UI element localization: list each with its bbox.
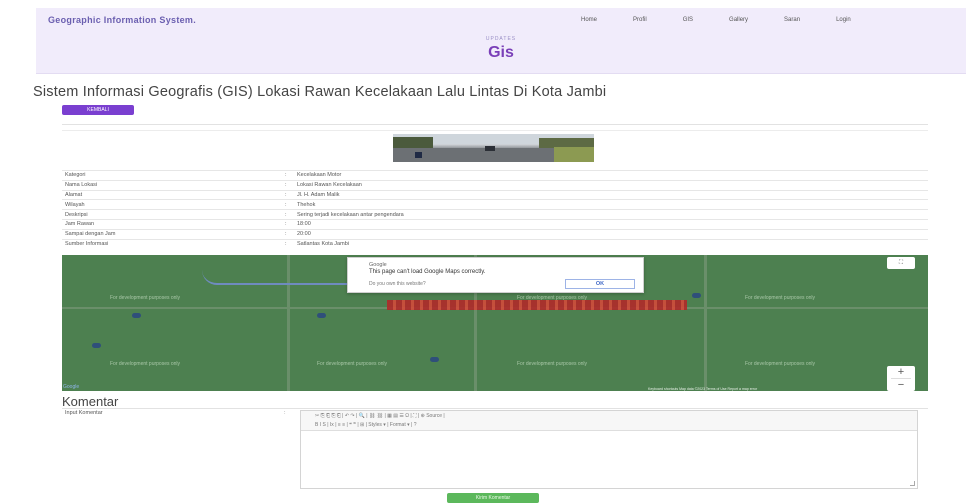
divider [62, 130, 928, 131]
photo-motorbike [415, 152, 422, 158]
toolbar-row[interactable]: B I S | Ix | ≡ ≡ | ❝ ❞ | ⊞ | Styles ▾ | … [315, 421, 903, 430]
map-marker-icon [430, 357, 439, 362]
dialog-message: This page can't load Google Maps correct… [369, 269, 486, 275]
map-watermark: For development purposes only [517, 361, 588, 367]
detail-sep: : [285, 182, 287, 189]
toolbar-row[interactable]: ✂ ⎘ ⎗ ⎘ ⎗ | ↶ ↷ | 🔍 | ⛓ ⛓ | ▦ ▤ ☰ Ω | ⛶ … [315, 412, 903, 421]
table-row: Sumber Informasi: Satlantas Kota Jambi [62, 239, 928, 249]
detail-value: Kecelakaan Motor [297, 172, 342, 179]
detail-sep: : [285, 231, 287, 238]
detail-label: Nama Lokasi [65, 182, 98, 189]
photo-grass [554, 147, 594, 162]
table-row: Jam Rawan: 18:00 [62, 219, 928, 229]
map-watermark: For development purposes only [517, 295, 588, 301]
zoom-control: + − [887, 366, 915, 391]
map-footer[interactable]: Keyboard shortcuts Map data ©2023 Terms … [648, 387, 757, 391]
detail-sep: : [285, 201, 287, 208]
detail-sep: : [285, 191, 287, 198]
detail-label: Sampai dengan Jam [65, 231, 116, 238]
detail-sep: : [285, 241, 287, 248]
comment-editor[interactable]: ✂ ⎘ ⎗ ⎘ ⎗ | ↶ ↷ | 🔍 | ⛓ ⛓ | ▦ ▤ ☰ Ω | ⛶ … [300, 410, 918, 489]
detail-sep: : [285, 221, 287, 228]
detail-value: Jl. H. Adam Malik [297, 191, 340, 198]
comment-label: Input Komentar [65, 410, 103, 416]
divider [62, 124, 928, 125]
detail-value: Lokasi Rawan Kecelakaan [297, 182, 362, 189]
nav-saran[interactable]: Saran [784, 17, 800, 23]
nav-profil[interactable]: Profil [633, 17, 647, 23]
map-watermark: For development purposes only [745, 361, 816, 367]
nav-gallery[interactable]: Gallery [729, 17, 748, 23]
table-row: Deskripsi: Sering terjadi kecelakaan anta… [62, 209, 928, 220]
zoom-out-icon[interactable]: − [887, 379, 915, 391]
nav-gis[interactable]: GIS [683, 17, 693, 23]
editor-toolbar[interactable]: ✂ ⎘ ⎗ ⎘ ⎗ | ↶ ↷ | 🔍 | ⛓ ⛓ | ▦ ▤ ☰ Ω | ⛶ … [301, 411, 917, 431]
nav-home[interactable]: Home [581, 17, 597, 23]
detail-table: Kategori: Kecelakaan Motor Nama Lokasi: Lo… [62, 170, 928, 249]
table-row: Kategori: Kecelakaan Motor [62, 170, 928, 181]
dialog-question[interactable]: Do you own this website? [369, 281, 426, 287]
table-row: Alamat: Jl. H. Adam Malik [62, 190, 928, 200]
map-watermark: For development purposes only [110, 361, 181, 367]
detail-sep: : [285, 172, 287, 179]
maps-error-dialog: Google This page can't load Google Maps … [347, 257, 644, 293]
breadcrumb: UPDATES [485, 36, 517, 42]
map-watermark: For development purposes only [317, 361, 388, 367]
divider [62, 408, 928, 409]
detail-label: Kategori [65, 172, 86, 179]
detail-label: Deskripsi [65, 211, 88, 218]
map-watermark: For development purposes only [110, 295, 181, 301]
detail-value: Satlantas Kota Jambi [297, 241, 349, 248]
detail-value: 20:00 [297, 231, 311, 238]
fullscreen-icon[interactable]: ⛶ [887, 257, 915, 269]
back-button[interactable]: KEMBALI [62, 105, 134, 115]
main-nav: Home Profil GIS Gallery Saran Login [581, 17, 887, 23]
map-road [704, 255, 707, 391]
resize-handle-icon[interactable] [910, 481, 915, 486]
detail-value: 18:00 [297, 221, 311, 228]
table-row: Wilayah: Thehok [62, 199, 928, 210]
detail-sep: : [285, 211, 287, 218]
detail-value: Thehok [297, 201, 316, 208]
page-title: Sistem Informasi Geografis (GIS) Lokasi … [33, 84, 607, 100]
google-logo: Google [63, 384, 80, 390]
map-marker-icon [92, 343, 101, 348]
map-watermark: For development purposes only [745, 295, 816, 301]
detail-label: Alamat [65, 191, 83, 198]
detail-label: Wilayah [65, 201, 85, 208]
photo-car [485, 146, 495, 151]
map-marker-icon [692, 293, 701, 298]
comment-heading: Komentar [62, 394, 119, 409]
map-hazard-overlay [387, 300, 687, 310]
nav-login[interactable]: Login [836, 17, 851, 23]
zoom-in-icon[interactable]: + [887, 366, 915, 378]
site-header: Geographic Information System. Home Prof… [36, 8, 966, 74]
brand-title[interactable]: Geographic Information System. [48, 15, 196, 25]
section-heading: Gis [488, 44, 514, 61]
submit-comment-button[interactable]: Kirim Komentar [447, 493, 539, 503]
dialog-title: Google [369, 262, 387, 268]
detail-value: Sering terjadi kecelakaan antar pengenda… [297, 211, 404, 218]
map-marker-icon [317, 313, 326, 318]
location-photo [393, 134, 594, 162]
table-row: Sampai dengan Jam: 20:00 [62, 229, 928, 239]
detail-label: Sumber Informasi [65, 241, 109, 248]
detail-label: Jam Rawan [65, 221, 95, 228]
map-marker-icon [132, 313, 141, 318]
comment-colon: : [284, 410, 286, 416]
dialog-ok-button[interactable]: OK [565, 279, 635, 289]
table-row: Nama Lokasi: Lokasi Rawan Kecelakaan [62, 180, 928, 190]
